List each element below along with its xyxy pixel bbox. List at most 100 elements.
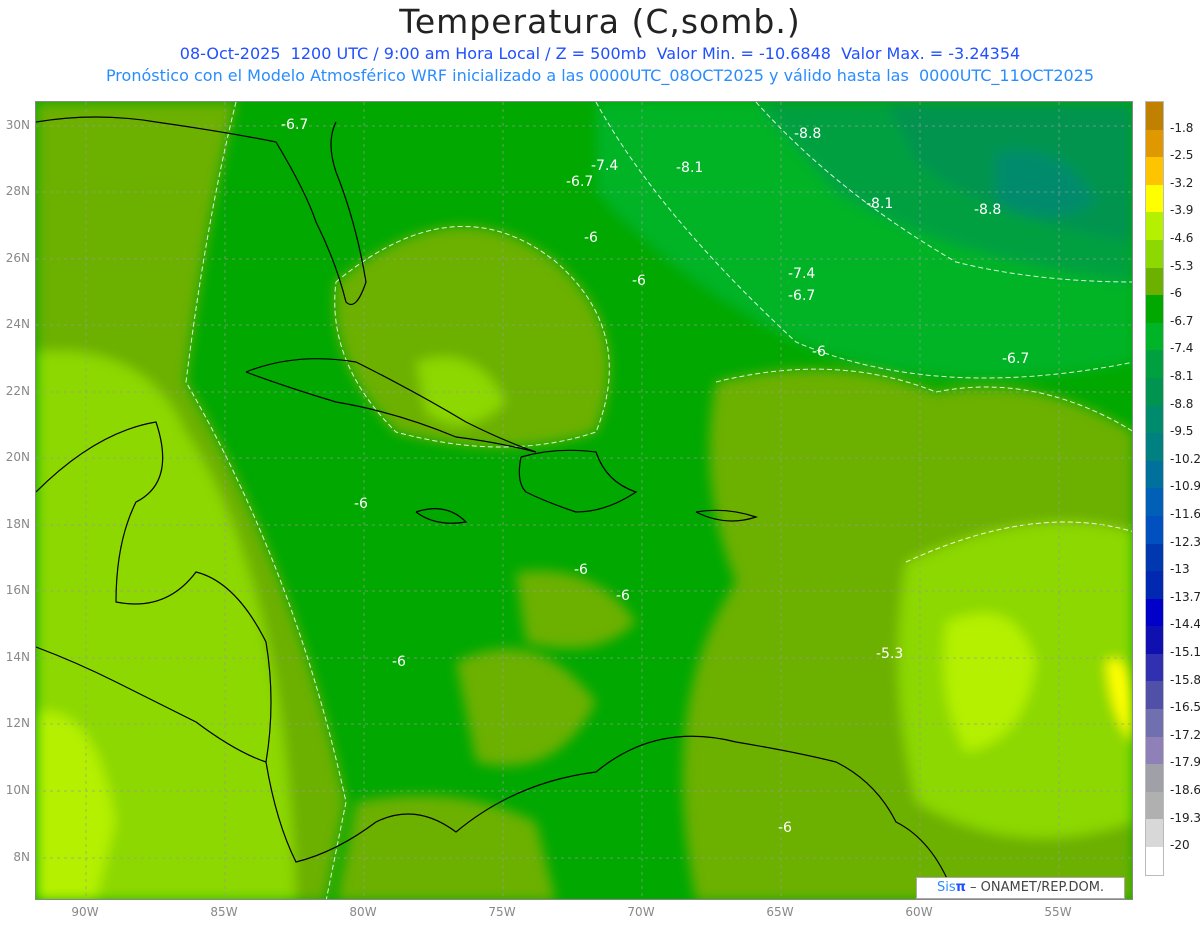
colorbar-swatch — [1146, 460, 1163, 489]
colorbar-label: -17.2 — [1170, 727, 1200, 742]
colorbar-label: -6 — [1170, 286, 1182, 301]
colorbar-label: -2.5 — [1170, 148, 1194, 163]
colorbar-label: -9.5 — [1170, 424, 1194, 439]
contour-label: -5.3 — [876, 646, 904, 662]
colorbar-swatch — [1146, 598, 1163, 627]
colorbar-label: -10.9 — [1170, 479, 1200, 494]
contour-label: -6 — [574, 562, 588, 578]
colorbar-swatch — [1146, 764, 1163, 792]
colorbar-swatch — [1146, 571, 1163, 599]
lat-tick: 8N — [13, 850, 30, 864]
colorbar-swatch — [1146, 736, 1163, 765]
contour-label: -6 — [354, 496, 368, 512]
colorbar-swatch — [1146, 488, 1163, 516]
contour-label: -6 — [616, 588, 630, 604]
colorbar-swatch — [1146, 515, 1163, 544]
colorbar-swatch — [1146, 405, 1163, 434]
lat-tick: 14N — [5, 650, 30, 664]
contour-label: -6 — [584, 230, 598, 246]
lat-tick: 20N — [5, 450, 30, 464]
lon-tick: 90W — [71, 905, 99, 919]
contour-label: -6.7 — [1002, 351, 1030, 367]
lat-tick: 22N — [5, 384, 30, 398]
lat-tick: 10N — [5, 783, 30, 797]
contour-label: -6 — [778, 820, 792, 836]
map-title: Temperatura (C,somb.) — [399, 2, 801, 41]
contour-label: -8.8 — [974, 202, 1002, 218]
colorbar-swatch — [1146, 681, 1163, 710]
lon-tick: 65W — [766, 905, 794, 919]
subtitle-datetime: 08-Oct-2025 1200 UTC / 9:00 am Hora Loca… — [179, 44, 1021, 63]
subtitle-model: Pronóstico con el Modelo Atmosférico WRF… — [105, 66, 1095, 85]
colorbar-swatch — [1146, 157, 1163, 185]
colorbar-label: -4.6 — [1170, 231, 1194, 245]
lon-tick: 85W — [210, 905, 238, 919]
logo-pi: π — [955, 880, 966, 895]
colorbar-swatch — [1146, 709, 1163, 737]
colorbar-label: -11.6 — [1170, 507, 1200, 521]
colorbar-label: -15.8 — [1170, 672, 1200, 687]
colorbar-label: -5.3 — [1170, 258, 1194, 273]
contour-label: -8.1 — [866, 196, 894, 212]
colorbar-label: -14.4 — [1170, 617, 1200, 632]
lon-tick: 55W — [1044, 905, 1072, 919]
contour-label: -7.4 — [788, 266, 816, 282]
lat-tick: 24N — [5, 317, 30, 331]
colorbar-swatch — [1146, 377, 1163, 406]
map-field — [36, 102, 1132, 899]
lat-tick: 18N — [5, 517, 30, 531]
colorbar-swatch — [1146, 129, 1163, 158]
colorbar — [1145, 101, 1164, 876]
colorbar-label: -10.2 — [1170, 451, 1200, 466]
colorbar-swatch — [1146, 322, 1163, 351]
colorbar-label: -8.1 — [1170, 369, 1194, 383]
colorbar-swatch — [1146, 102, 1163, 130]
colorbar-label: -16.5 — [1170, 700, 1200, 715]
colorbar-label: -12.3 — [1170, 534, 1200, 549]
colorbar-swatch — [1146, 847, 1163, 875]
colorbar-swatch — [1146, 543, 1163, 572]
temperature-map: -6.7 -8.8 -7.4 -8.1 -6.7 -8.1 -8.8 -6 -6… — [35, 101, 1133, 900]
contour-label: -6.7 — [566, 174, 594, 190]
colorbar-label: -19.3 — [1170, 810, 1200, 825]
colorbar-label: -3.2 — [1170, 175, 1194, 190]
colorbar-swatch — [1146, 239, 1163, 268]
lon-tick: 80W — [349, 905, 377, 919]
colorbar-label: -8.8 — [1170, 396, 1194, 411]
contour-label: -6 — [812, 344, 826, 360]
lon-tick: 70W — [627, 905, 655, 919]
lon-tick: 60W — [905, 905, 933, 919]
lat-tick: 16N — [5, 583, 30, 597]
colorbar-swatch — [1146, 819, 1163, 848]
colorbar-swatch — [1146, 212, 1163, 240]
contour-label: -8.1 — [676, 160, 704, 176]
lat-tick: 26N — [5, 251, 30, 265]
colorbar-label: -7.4 — [1170, 341, 1194, 356]
colorbar-swatch — [1146, 184, 1163, 213]
contour-label: -6.7 — [788, 288, 816, 304]
logo-brand: Sis — [936, 880, 956, 895]
colorbar-label: -1.8 — [1170, 120, 1194, 135]
lat-tick: 12N — [5, 716, 30, 730]
colorbar-label: -6.7 — [1170, 313, 1194, 328]
contour-label: -6 — [392, 654, 406, 670]
colorbar-label: -13 — [1170, 562, 1190, 577]
colorbar-label: -3.9 — [1170, 203, 1194, 218]
colorbar-swatch — [1146, 295, 1163, 323]
colorbar-swatch — [1146, 791, 1163, 820]
colorbar-swatch — [1146, 350, 1163, 378]
colorbar-label: -13.7 — [1170, 589, 1200, 604]
contour-label: -7.4 — [591, 158, 619, 174]
colorbar-swatch — [1146, 653, 1163, 682]
lon-tick: 75W — [488, 905, 516, 919]
onamet-logo: Sisπ – ONAMET/REP.DOM. — [916, 877, 1125, 899]
colorbar-label: -20 — [1170, 838, 1190, 853]
logo-text: – ONAMET/REP.DOM. — [965, 880, 1105, 895]
contour-label: -8.8 — [794, 126, 822, 142]
lat-tick: 28N — [5, 184, 30, 198]
colorbar-swatch — [1146, 433, 1163, 461]
colorbar-swatch — [1146, 267, 1163, 296]
colorbar-label: -18.6 — [1170, 783, 1200, 797]
colorbar-swatch — [1146, 626, 1163, 654]
colorbar-label: -15.1 — [1170, 645, 1200, 659]
